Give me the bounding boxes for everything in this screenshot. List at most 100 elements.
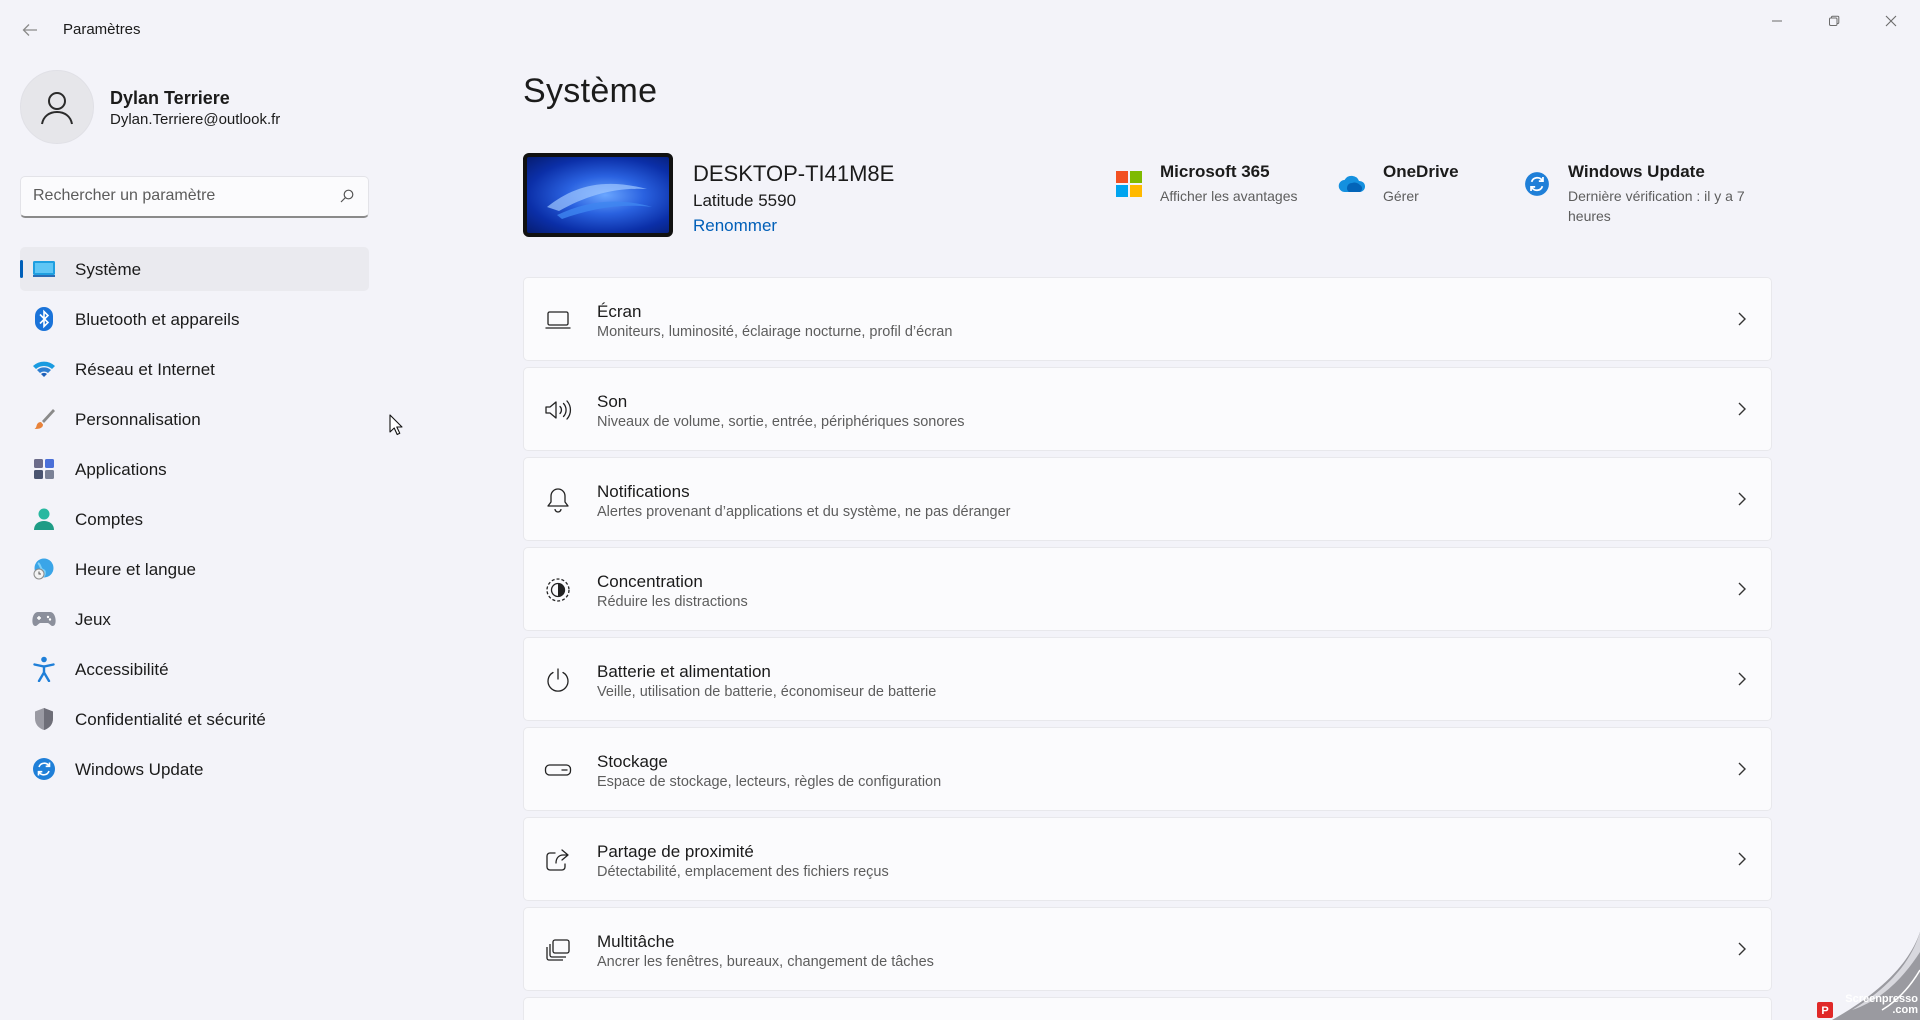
shield-icon — [32, 707, 56, 731]
sidebar-item-confidentialite[interactable]: Confidentialité et sécurité — [20, 697, 369, 741]
chevron-right-icon — [1737, 671, 1747, 692]
search-input[interactable] — [33, 177, 333, 215]
wifi-icon — [32, 357, 56, 381]
person-icon — [41, 92, 73, 125]
sidebar-item-label: Accessibilité — [75, 660, 169, 679]
quick-link-subtitle: Afficher les avantages — [1160, 188, 1298, 204]
storage-icon — [544, 757, 572, 783]
sidebar-item-heure[interactable]: Heure et langue — [20, 547, 369, 591]
focus-icon — [544, 577, 572, 603]
minimize-button[interactable] — [1754, 6, 1800, 36]
chevron-right-icon — [1737, 311, 1747, 332]
sidebar-item-comptes[interactable]: Comptes — [20, 497, 369, 541]
sidebar-item-label: Applications — [75, 460, 167, 479]
device-model: Latitude 5590 — [693, 191, 797, 210]
search-box[interactable] — [20, 176, 369, 218]
mouse-cursor-icon — [389, 414, 403, 441]
update-icon — [1523, 170, 1551, 198]
user-name: Dylan Terriere — [110, 88, 230, 108]
sidebar-nav: Système Bluetooth et appareils Réseau et… — [20, 247, 369, 797]
bluetooth-icon — [32, 307, 56, 331]
card-subtitle: Ancrer les fenêtres, bureaux, changement… — [597, 954, 934, 970]
settings-card-concentration[interactable]: Concentration Réduire les distractions — [523, 547, 1772, 631]
device-wallpaper-thumbnail — [523, 153, 673, 237]
sidebar-item-applications[interactable]: Applications — [20, 447, 369, 491]
user-email: Dylan.Terriere@outlook.fr — [110, 111, 281, 128]
sidebar-item-label: Confidentialité et sécurité — [75, 710, 266, 729]
settings-card-son[interactable]: Son Niveaux de volume, sortie, entrée, p… — [523, 367, 1772, 451]
svg-text:P: P — [1821, 1005, 1828, 1017]
device-name: DESKTOP-TI41M8E — [693, 161, 895, 186]
account-icon — [32, 507, 56, 531]
settings-card-notifications[interactable]: Notifications Alertes provenant d’applic… — [523, 457, 1772, 541]
card-subtitle: Veille, utilisation de batterie, économi… — [597, 684, 937, 700]
settings-card-stockage[interactable]: Stockage Espace de stockage, lecteurs, r… — [523, 727, 1772, 811]
close-button[interactable] — [1868, 6, 1914, 36]
apps-icon — [32, 457, 56, 481]
update-icon — [32, 757, 56, 781]
card-subtitle: Moniteurs, luminosité, éclairage nocturn… — [597, 324, 953, 340]
quick-link-subtitle: Gérer — [1383, 188, 1419, 204]
arrow-left-icon — [22, 24, 37, 36]
sidebar-item-label: Réseau et Internet — [75, 360, 215, 379]
title-bar: Paramètres — [0, 0, 1920, 58]
chevron-right-icon — [1737, 761, 1747, 782]
sidebar-item-bluetooth[interactable]: Bluetooth et appareils — [20, 297, 369, 341]
card-title: Notifications — [597, 482, 690, 501]
card-title: Multitâche — [597, 932, 675, 951]
settings-list: Écran Moniteurs, luminosité, éclairage n… — [523, 277, 1772, 1020]
sidebar-item-label: Personnalisation — [75, 410, 201, 429]
quick-link-subtitle: Dernière vérification : il y a 7 heures — [1568, 188, 1745, 224]
sidebar-item-label: Heure et langue — [75, 560, 196, 579]
app-title: Paramètres — [63, 21, 141, 38]
gamepad-icon — [32, 607, 56, 631]
chevron-right-icon — [1737, 851, 1747, 872]
laptop-icon — [544, 307, 572, 333]
sidebar-item-windows-update[interactable]: Windows Update — [20, 747, 369, 791]
chevron-right-icon — [1737, 491, 1747, 512]
restore-button[interactable] — [1811, 6, 1857, 36]
multitask-icon — [544, 937, 572, 963]
chevron-right-icon — [1737, 401, 1747, 422]
rename-link[interactable]: Renommer — [693, 216, 777, 236]
sidebar-item-label: Bluetooth et appareils — [75, 310, 240, 329]
onedrive-cloud-icon — [1338, 170, 1366, 198]
sidebar-item-accessibilite[interactable]: Accessibilité — [20, 647, 369, 691]
card-title: Écran — [597, 302, 642, 321]
settings-card-partial[interactable] — [523, 997, 1772, 1020]
share-icon — [544, 847, 572, 873]
chevron-right-icon — [1737, 941, 1747, 962]
page-title: Système — [523, 72, 658, 110]
brush-icon — [32, 407, 56, 431]
avatar[interactable] — [20, 70, 94, 144]
settings-card-partage[interactable]: Partage de proximité Détectabilité, empl… — [523, 817, 1772, 901]
watermark-text: Screenpresso .com — [1845, 993, 1918, 1016]
chevron-right-icon — [1737, 581, 1747, 602]
quick-link-title: Microsoft 365 — [1160, 162, 1270, 181]
settings-card-ecran[interactable]: Écran Moniteurs, luminosité, éclairage n… — [523, 277, 1772, 361]
settings-card-batterie[interactable]: Batterie et alimentation Veille, utilisa… — [523, 637, 1772, 721]
sidebar-item-label: Système — [75, 260, 142, 279]
sidebar-item-jeux[interactable]: Jeux — [20, 597, 369, 641]
globe-clock-icon — [32, 557, 56, 581]
card-subtitle: Niveaux de volume, sortie, entrée, périp… — [597, 414, 965, 430]
card-subtitle: Réduire les distractions — [597, 594, 748, 610]
sidebar-item-label: Jeux — [75, 610, 111, 629]
accessibility-icon — [32, 656, 56, 682]
sidebar-item-reseau[interactable]: Réseau et Internet — [20, 347, 369, 391]
search-icon[interactable] — [340, 189, 354, 208]
card-title: Son — [597, 392, 628, 411]
back-button[interactable] — [14, 16, 46, 44]
screenpresso-watermark: P Screenpresso .com — [1812, 932, 1920, 1020]
sidebar-item-label: Comptes — [75, 510, 144, 529]
quick-link-title: Windows Update — [1568, 162, 1705, 181]
close-icon — [1885, 15, 1897, 27]
settings-card-multitache[interactable]: Multitâche Ancrer les fenêtres, bureaux,… — [523, 907, 1772, 991]
speaker-icon — [544, 397, 572, 423]
sidebar-item-systeme[interactable]: Système — [20, 247, 369, 291]
sidebar-item-label: Windows Update — [75, 760, 204, 779]
bell-icon — [544, 487, 572, 513]
card-subtitle: Alertes provenant d’applications et du s… — [597, 504, 1011, 520]
sidebar-item-personnalisation[interactable]: Personnalisation — [20, 397, 369, 441]
card-title: Batterie et alimentation — [597, 662, 771, 681]
